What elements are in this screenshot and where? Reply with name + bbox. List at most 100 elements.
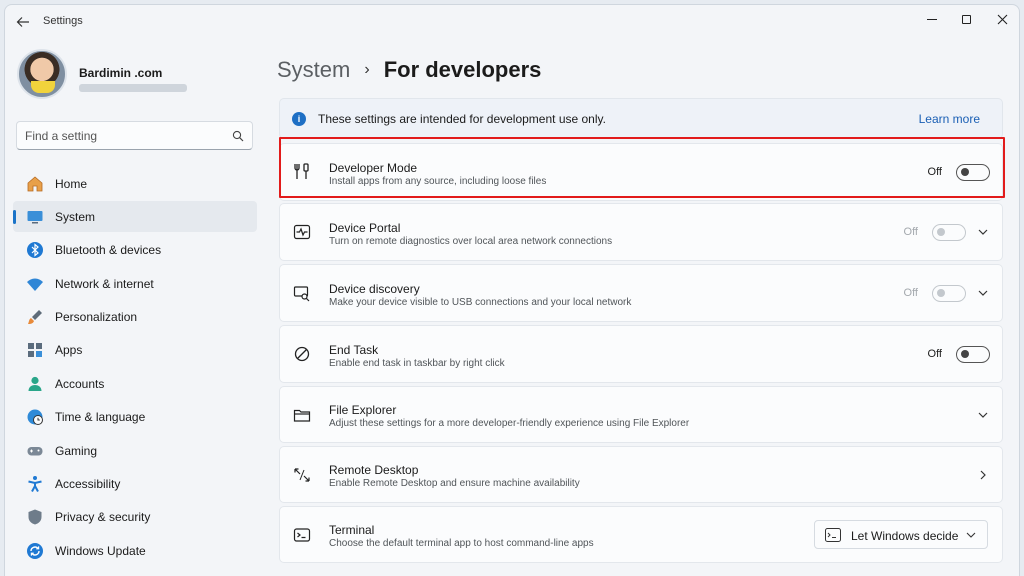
- sidebar-item-bluetooth[interactable]: Bluetooth & devices: [13, 235, 257, 266]
- setting-title: Device Portal: [329, 221, 401, 235]
- prohibited-icon: [292, 344, 312, 364]
- toggle-state-label: Off: [903, 226, 918, 238]
- setting-file-explorer[interactable]: File Explorer Adjust these settings for …: [279, 386, 1003, 443]
- sidebar-item-personalization[interactable]: Personalization: [13, 302, 257, 333]
- toggle-switch: [932, 223, 966, 241]
- setting-device-discovery[interactable]: Device discovery Make your device visibl…: [279, 264, 1003, 322]
- maximize-icon: [961, 14, 971, 24]
- setting-terminal[interactable]: Terminal Choose the default terminal app…: [279, 506, 1003, 563]
- sidebar-item-label: System: [55, 209, 96, 224]
- sidebar-item-label: Windows Update: [55, 543, 146, 558]
- sidebar-item-accessibility[interactable]: Accessibility: [13, 469, 257, 500]
- developer-mode-toggle[interactable]: Off: [928, 163, 990, 181]
- info-icon: i: [292, 112, 306, 126]
- avatar: [17, 49, 67, 99]
- setting-remote-desktop[interactable]: Remote Desktop Enable Remote Desktop and…: [279, 446, 1003, 503]
- sidebar-item-apps[interactable]: Apps: [13, 335, 257, 366]
- setting-description: Make your device visible to USB connecti…: [329, 297, 632, 308]
- info-text: These settings are intended for developm…: [318, 112, 606, 126]
- toggle-switch[interactable]: [956, 345, 990, 363]
- update-icon: [25, 541, 45, 561]
- person-icon: [25, 374, 45, 394]
- chevron-down-icon[interactable]: [976, 286, 990, 300]
- search-box[interactable]: [16, 121, 253, 150]
- setting-end-task[interactable]: End Task Enable end task in taskbar by r…: [279, 325, 1003, 383]
- sidebar-item-privacy-security[interactable]: Privacy & security: [13, 502, 257, 533]
- minimize-button[interactable]: [915, 8, 949, 30]
- sidebar-item-label: Gaming: [55, 443, 98, 458]
- sidebar-item-label: Accounts: [55, 376, 105, 391]
- app-title: Settings: [43, 15, 83, 27]
- home-icon: [25, 174, 45, 194]
- sidebar-item-home[interactable]: Home: [13, 168, 257, 199]
- sidebar-item-label: Privacy & security: [55, 510, 151, 525]
- folder-icon: [292, 405, 312, 425]
- title-bar: Settings: [5, 5, 1019, 39]
- sidebar-item-label: Accessibility: [55, 477, 121, 492]
- end-task-toggle[interactable]: Off: [928, 345, 990, 363]
- sidebar-item-label: Home: [55, 176, 88, 191]
- sidebar-item-label: Network & internet: [55, 276, 154, 291]
- device-portal-toggle: Off: [904, 223, 966, 241]
- user-profile[interactable]: Bardimin .com: [17, 49, 257, 109]
- terminal-icon: [292, 525, 312, 545]
- globe-clock-icon: [25, 407, 45, 427]
- setting-description: Enable end task in taskbar by right clic…: [329, 358, 505, 369]
- gamepad-icon: [25, 441, 45, 461]
- breadcrumb-separator: ›: [364, 61, 370, 78]
- sidebar-item-label: Bluetooth & devices: [55, 243, 162, 258]
- minimize-icon: [927, 18, 937, 20]
- sidebar-item-label: Apps: [55, 343, 83, 358]
- setting-title: File Explorer: [329, 403, 397, 417]
- toggle-switch[interactable]: [956, 163, 990, 181]
- profile-name: Bardimin .com: [79, 66, 163, 80]
- setting-title: Developer Mode: [329, 161, 418, 175]
- sidebar-item-windows-update[interactable]: Windows Update: [13, 535, 257, 566]
- breadcrumb-parent[interactable]: System: [277, 57, 350, 83]
- sidebar-item-time-language[interactable]: Time & language: [13, 402, 257, 433]
- sidebar-item-system[interactable]: System: [13, 201, 257, 233]
- sidebar-item-accounts[interactable]: Accounts: [13, 368, 257, 399]
- sidebar-item-gaming[interactable]: Gaming: [13, 435, 257, 466]
- settings-window: Settings Bardimin .com Home: [4, 4, 1020, 576]
- profile-email-redacted: [79, 84, 187, 92]
- maximize-button[interactable]: [949, 8, 983, 30]
- setting-developer-mode[interactable]: Developer Mode Install apps from any sou…: [279, 143, 1003, 201]
- pulse-icon: [292, 222, 312, 242]
- setting-description: Turn on remote diagnostics over local ar…: [329, 236, 613, 247]
- brush-icon: [25, 307, 45, 327]
- sidebar-item-label: Personalization: [55, 310, 138, 325]
- sidebar-nav: Home System Bluetooth & devices Network …: [13, 168, 257, 569]
- back-arrow-icon: [16, 17, 29, 27]
- sidebar-item-label: Time & language: [55, 410, 146, 425]
- chevron-down-icon[interactable]: [976, 225, 990, 239]
- setting-title: End Task: [329, 343, 379, 357]
- chevron-down-icon[interactable]: [976, 408, 990, 422]
- search-icon: [232, 130, 244, 142]
- shield-icon: [25, 507, 45, 527]
- sidebar-item-network[interactable]: Network & internet: [13, 268, 257, 299]
- setting-description: Install apps from any source, including …: [329, 176, 547, 187]
- close-icon: [997, 14, 1007, 24]
- info-banner: i These settings are intended for develo…: [279, 98, 1003, 139]
- setting-title: Device discovery: [329, 282, 420, 296]
- toggle-switch: [932, 284, 966, 302]
- chevron-down-icon: [966, 532, 976, 538]
- close-button[interactable]: [985, 8, 1019, 30]
- setting-device-portal[interactable]: Device Portal Turn on remote diagnostics…: [279, 203, 1003, 261]
- setting-description: Enable Remote Desktop and ensure machine…: [329, 478, 580, 489]
- device-discovery-icon: [292, 283, 312, 303]
- terminal-app-icon: [825, 528, 841, 542]
- accessibility-icon: [25, 474, 45, 494]
- chevron-right-icon[interactable]: [976, 468, 990, 482]
- wifi-icon: [25, 274, 45, 294]
- developer-tools-icon: [292, 162, 312, 182]
- toggle-state-label: Off: [903, 287, 918, 299]
- setting-title: Terminal: [329, 523, 375, 537]
- breadcrumb: System › For developers: [277, 53, 541, 87]
- terminal-app-dropdown[interactable]: Let Windows decide: [814, 520, 988, 549]
- toggle-state-label: Off: [927, 166, 942, 178]
- learn-more-link[interactable]: Learn more: [919, 112, 980, 126]
- search-input[interactable]: [25, 129, 215, 143]
- back-button[interactable]: [13, 12, 33, 32]
